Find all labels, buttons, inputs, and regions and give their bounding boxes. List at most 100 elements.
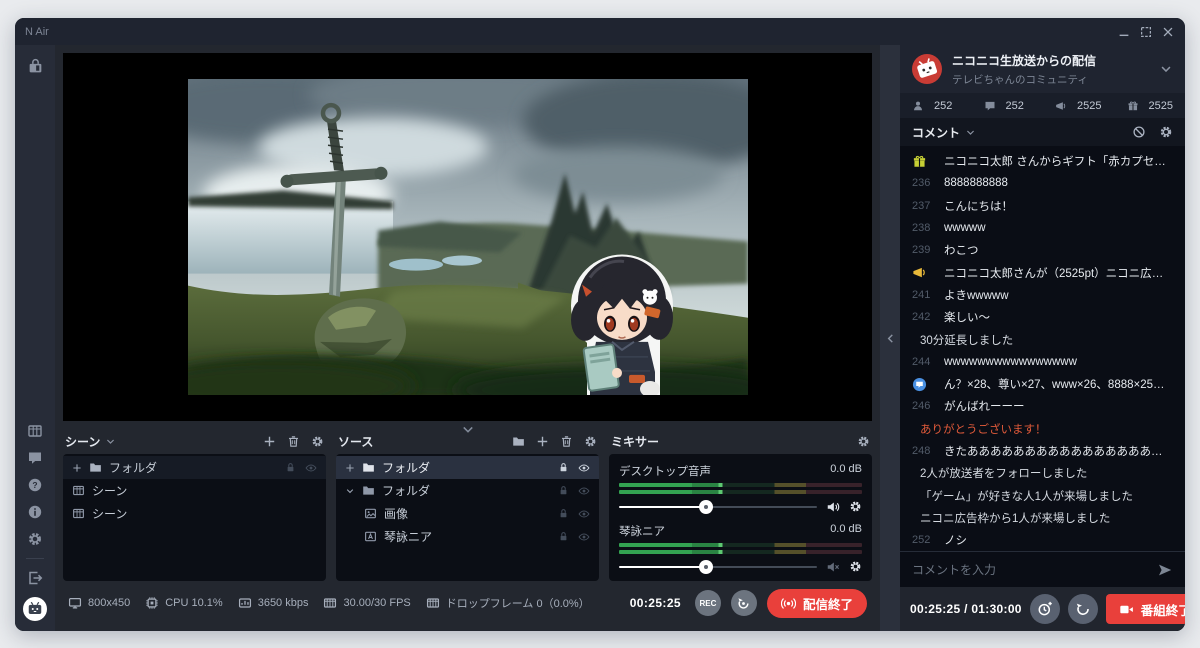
mixer-channel-voice: 琴詠ニア 0.0 dB [619,523,862,574]
comment-row: 252ノシ [900,529,1185,551]
comment-input[interactable] [912,563,1149,577]
add-source-icon[interactable] [536,435,549,448]
source-settings-gear-icon[interactable] [584,435,597,448]
bitrate-stat: 3650 kbps [238,596,309,610]
maximize-icon[interactable] [1139,25,1153,39]
lock-icon[interactable] [285,462,296,473]
channel-db-value: 0.0 dB [830,523,862,539]
character-overlay [571,255,673,395]
remove-source-icon[interactable] [560,435,573,448]
help-icon[interactable] [27,477,43,493]
comment-header-title: コメント [912,124,960,141]
comment-row: 239わこつ [900,239,1185,261]
viewers-stat: 252 [912,100,984,112]
expand-folder-plus-icon[interactable] [72,463,82,473]
bag-icon[interactable] [27,58,44,75]
lock-icon[interactable] [558,485,569,496]
comment-row-ad: ニコニコ太郎さんが（2525pt）ニコニ広告しました [900,261,1185,283]
refresh-button[interactable] [1068,594,1098,624]
preview-video-frame [188,79,748,395]
folder-icon [362,484,375,497]
scene-row[interactable]: シーン [63,502,326,525]
mixer-settings-gear-icon[interactable] [857,435,870,448]
end-program-button[interactable]: 番組終了 [1106,594,1185,624]
speaker-icon[interactable] [826,500,840,514]
end-stream-button[interactable]: 配信終了 [767,589,867,618]
mixer-panel: ミキサー デスクトップ音声 0.0 dB [609,429,872,581]
community-avatar[interactable] [912,54,942,84]
program-stats-row: 252 252 2525 2525 [900,93,1185,118]
sources-list: フォルダ フォルダ [336,454,599,581]
mixer-channel-desktop-audio: デスクトップ音声 0.0 dB [619,463,862,514]
viewers-icon [912,100,924,112]
scenes-dropdown-chevron-icon[interactable] [105,436,116,447]
settings-gear-icon[interactable] [27,531,43,547]
eye-icon[interactable] [305,462,317,474]
close-icon[interactable] [1161,25,1175,39]
lock-icon[interactable] [558,531,569,542]
dropped-frames-stat: ドロップフレーム 0（0.0%） [426,595,590,611]
eye-icon[interactable] [578,508,590,520]
poll-bubble-icon [912,377,927,392]
clock-plus-icon [1037,601,1053,617]
scene-label: シーン [92,482,127,499]
feedback-chat-icon[interactable] [27,450,43,466]
eye-icon[interactable] [578,462,590,474]
add-scene-icon[interactable] [263,435,276,448]
app-window: N Air [15,18,1185,631]
block-ng-icon[interactable] [1132,125,1146,139]
scene-row[interactable]: シーン [63,479,326,502]
lock-icon[interactable] [558,462,569,473]
extend-time-button[interactable] [1030,594,1060,624]
right-panel-collapse-strip[interactable] [880,45,900,631]
niconico-live-panel: ニコニコ生放送からの配信 テレビちゃんのコミュニティ 252 252 2525 [900,45,1185,631]
add-folder-icon[interactable] [512,435,525,448]
source-label: フォルダ [382,482,430,499]
volume-slider[interactable] [619,499,817,514]
channel-name: デスクトップ音声 [619,463,711,479]
send-comment-button[interactable] [1157,562,1173,578]
scene-settings-gear-icon[interactable] [311,435,324,448]
scene-folder-row[interactable]: フォルダ [63,456,326,479]
collapse-panels-chevron-icon[interactable] [460,422,475,437]
comment-settings-gear-icon[interactable] [1159,125,1173,139]
source-image-row[interactable]: 画像 [336,502,599,525]
comment-filter-chevron-icon[interactable] [965,127,976,138]
gift-icon [1127,100,1139,112]
minimize-icon[interactable] [1117,25,1131,39]
channel-settings-gear-icon[interactable] [849,560,862,573]
scene-collection-icon[interactable] [27,423,43,439]
speaker-muted-icon[interactable] [826,560,840,574]
source-text-row[interactable]: 琴詠ニア [336,525,599,548]
slider-knob[interactable] [699,500,713,514]
logout-icon[interactable] [27,570,43,586]
comment-list[interactable]: ニコニコ太郎 さんからギフト「赤カプセル（30pt）」を贈り… 23688888… [900,146,1185,551]
comment-row: 242楽しい〜 [900,306,1185,328]
expand-folder-plus-icon[interactable] [345,463,355,473]
stream-elapsed-time: 00:25:25 [630,596,681,610]
comment-input-bar [900,551,1185,587]
cpu-stat: CPU 10.1% [145,596,222,610]
source-folder-row[interactable]: フォルダ [336,479,599,502]
cpu-icon [145,596,159,610]
volume-slider[interactable] [619,559,817,574]
slider-knob[interactable] [699,560,713,574]
replay-history-button[interactable] [731,590,757,616]
record-button[interactable]: REC [695,590,721,616]
eye-icon[interactable] [578,485,590,497]
sources-panel-title: ソース [338,433,373,450]
mixer-body: デスクトップ音声 0.0 dB [609,454,872,581]
user-avatar[interactable] [23,597,47,621]
collapse-folder-chevron-icon[interactable] [345,486,355,496]
stream-preview[interactable] [63,53,872,421]
broadcast-icon [781,596,796,611]
remove-scene-icon[interactable] [287,435,300,448]
program-dropdown-chevron-icon[interactable] [1159,62,1173,76]
lock-icon[interactable] [558,508,569,519]
eye-icon[interactable] [578,531,590,543]
source-folder-row-selected[interactable]: フォルダ [336,456,599,479]
gift-icon [912,154,927,169]
info-icon[interactable] [27,504,43,520]
left-sidebar [15,45,55,631]
channel-settings-gear-icon[interactable] [849,500,862,513]
